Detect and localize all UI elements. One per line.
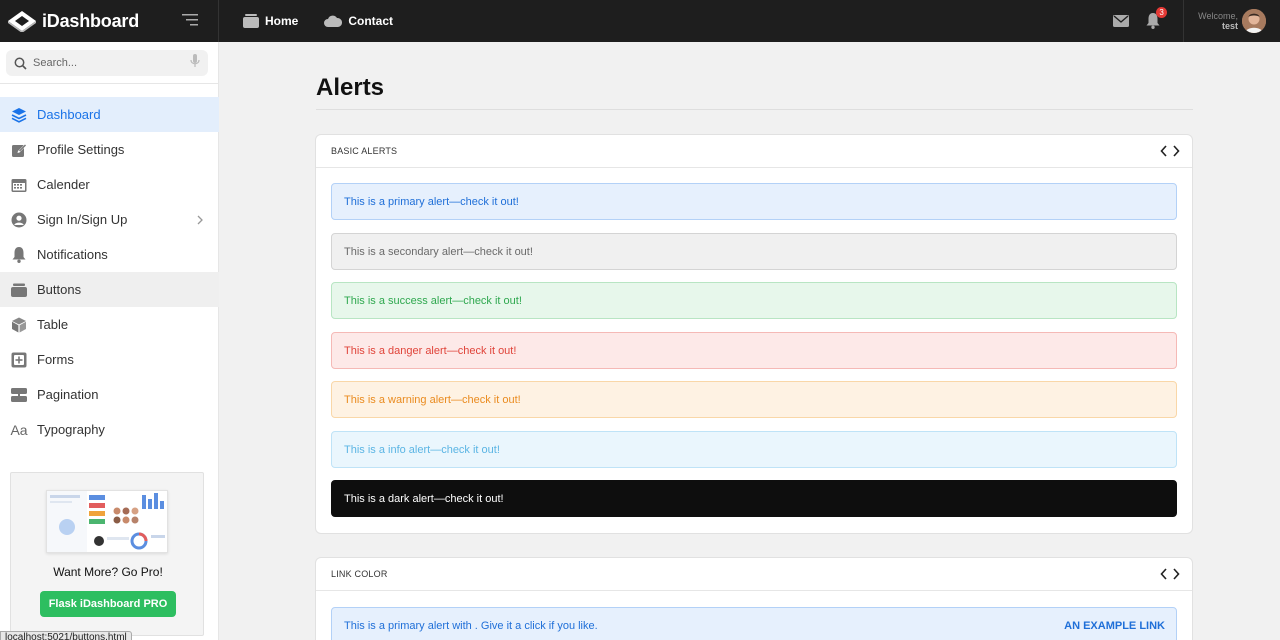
code-toggle-icon[interactable] [1160,144,1180,160]
sidebar-item-label: Table [37,317,69,332]
code-toggle-icon[interactable] [1160,567,1180,583]
basic-alerts-card: BASIC ALERTS This is a primary alert—che… [315,134,1193,534]
sidebar-toggle-icon[interactable] [182,13,198,27]
mail-button[interactable] [1111,11,1131,31]
top-navbar: iDashboard Home Contact 3 Welcome, test [0,0,1280,42]
sidebar-item-buttons[interactable]: Buttons [0,272,219,307]
nav-home-label: Home [265,14,299,28]
user-circle-icon [10,211,28,229]
brand-logo-icon[interactable] [6,9,38,33]
alert-danger: This is a danger alert—check it out! [331,332,1177,369]
sidebar-item-label: Sign In/Sign Up [37,212,128,227]
sidebar-item-notifications[interactable]: Notifications [0,237,219,272]
alert-text: This is a primary alert—check it out! [344,195,519,208]
sidebar-item-pagination[interactable]: Pagination [0,377,219,412]
top-nav-links: Home Contact [243,14,419,28]
sidebar-item-table[interactable]: Table [0,307,219,342]
alert-text: This is a secondary alert—check it out! [344,245,533,258]
sidebar-item-dashboard[interactable]: Dashboard [0,97,219,132]
sidebar-item-label: Pagination [37,387,99,402]
alert-warning: This is a warning alert—check it out! [331,381,1177,418]
edit-icon [10,141,28,159]
example-link[interactable]: AN EXAMPLE LINK [1064,620,1165,632]
mail-icon [1113,15,1130,27]
alert-success: This is a success alert—check it out! [331,282,1177,319]
card-header: BASIC ALERTS [316,135,1192,168]
user-menu[interactable]: Welcome, test [1183,0,1280,42]
brand: iDashboard [0,0,219,42]
alert-text: This is a info alert—check it out! [344,443,500,456]
promo-title: Want More? Go Pro! [53,565,163,579]
link-color-card: LINK COLOR This is a primary alert with … [315,557,1193,640]
tray-icon [10,281,28,299]
sidebar-item-calender[interactable]: Calender [0,167,219,202]
sidebar-item-profile-settings[interactable]: Profile Settings [0,132,219,167]
search-box [6,50,208,76]
page-title: Alerts [316,74,385,101]
brand-name[interactable]: iDashboard [42,11,139,32]
alert-info: This is a info alert—check it out! [331,431,1177,468]
welcome-label: Welcome, [1198,11,1238,21]
chevron-right-icon [197,213,203,228]
username: test [1221,21,1238,31]
layers-icon [10,106,28,124]
card-header: LINK COLOR [316,558,1192,591]
sidebar-item-label: Forms [37,352,74,367]
card-title: LINK COLOR [331,569,388,579]
calendar-icon [10,176,28,194]
sidebar-item-label: Profile Settings [37,142,125,157]
nav-home-link[interactable]: Home [243,14,298,28]
microphone-icon[interactable] [190,53,200,73]
alert-text: This is a primary alert with . Give it a… [344,619,598,632]
alert-text: This is a warning alert—check it out! [344,393,521,406]
plus-square-icon [10,351,28,369]
sidebar-item-label: Calender [37,177,90,192]
notification-count-badge: 3 [1156,7,1168,18]
cloud-icon [324,15,343,27]
alert-secondary: This is a secondary alert—check it out! [331,233,1177,270]
avatar[interactable] [1242,9,1266,33]
alert-text: This is a success alert—check it out! [344,294,522,307]
sidebar: Dashboard Profile Settings Calender Sign… [0,42,219,640]
nav-contact-label: Contact [348,14,394,28]
go-pro-button[interactable]: Flask iDashboard PRO [40,591,176,617]
alert-dark: This is a dark alert—check it out! [331,480,1177,517]
search-icon [14,57,27,70]
sidebar-item-sign-in-sign-up[interactable]: Sign In/Sign Up [0,202,219,237]
sidebar-divider [0,83,219,84]
sidebar-item-label: Buttons [37,282,82,297]
welcome-text: Welcome, test [1198,11,1238,31]
search-input[interactable] [33,57,173,69]
nav-contact-link[interactable]: Contact [324,14,393,28]
sidebar-item-label: Typography [37,422,105,437]
alert-text: This is a dark alert—check it out! [344,492,504,505]
notifications-button[interactable]: 3 [1143,7,1168,31]
sidebar-item-forms[interactable]: Forms [0,342,219,377]
alert-text: This is a danger alert—check it out! [344,344,517,357]
bell-icon [10,246,28,264]
sidebar-item-label: Dashboard [37,107,101,122]
title-divider [316,109,1193,110]
inbox-tray-icon [243,14,259,28]
promo-preview-image [46,490,168,553]
sidebar-item-label: Notifications [37,247,108,262]
sidebar-item-typography[interactable]: Aa Typography [0,412,219,447]
alert-primary-with-link: This is a primary alert with . Give it a… [331,607,1177,640]
pro-promo-card: Want More? Go Pro! Flask iDashboard PRO [10,472,204,636]
top-right-area: 3 Welcome, test [1111,0,1280,42]
alert-primary: This is a primary alert—check it out! [331,183,1177,220]
sidebar-menu: Dashboard Profile Settings Calender Sign… [0,97,219,447]
cube-icon [10,316,28,334]
typography-icon: Aa [10,421,28,438]
pagination-icon [10,386,28,404]
card-title: BASIC ALERTS [331,146,398,156]
status-url-tooltip: localhost:5021/buttons.html [0,631,132,640]
